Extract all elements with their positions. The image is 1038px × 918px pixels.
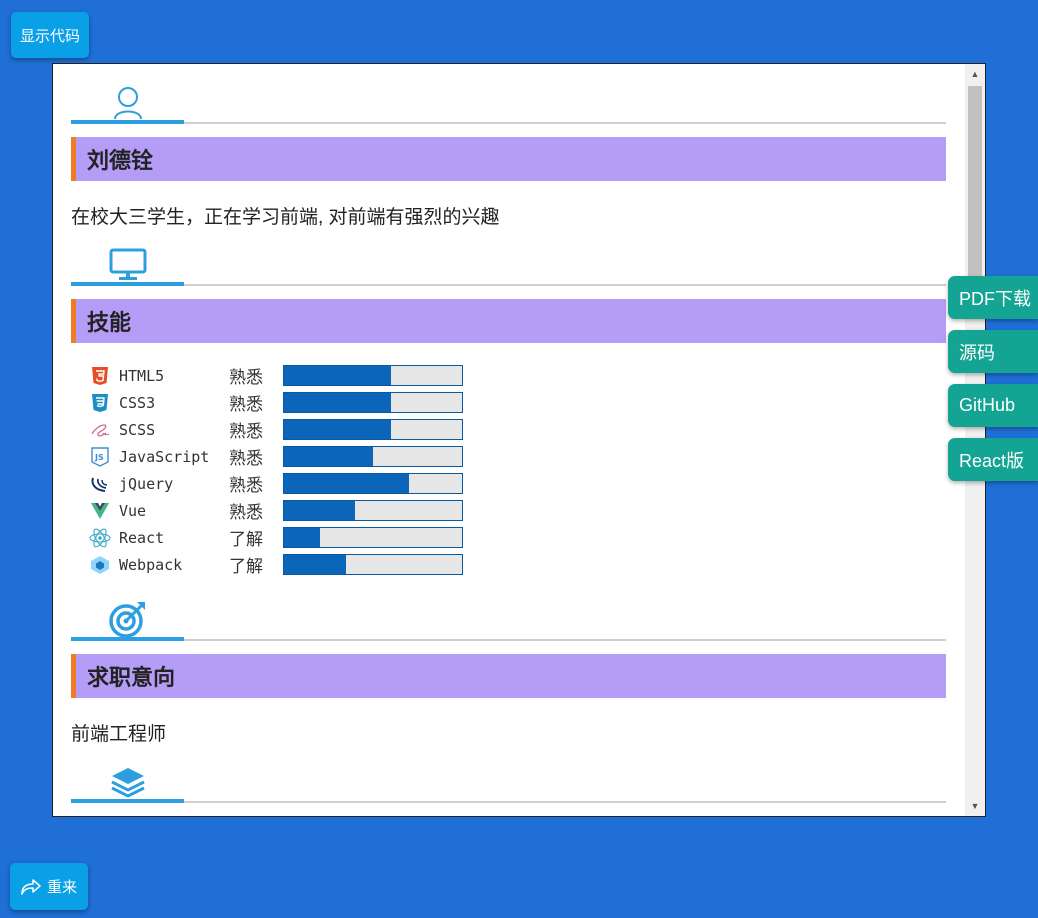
scroll-up-arrow-icon[interactable]: ▲ [965, 64, 985, 84]
skill-progress-bar [283, 446, 463, 467]
vue-icon [89, 500, 111, 522]
restart-button[interactable]: 重来 [10, 863, 88, 910]
job-heading: 求职意向 [71, 654, 946, 698]
restart-label: 重来 [46, 879, 77, 896]
react-version-button[interactable]: React版 [948, 438, 1038, 481]
webpack-icon [89, 554, 111, 576]
skill-name: JavaScript [119, 447, 210, 466]
skill-progress-fill [284, 366, 391, 385]
section-divider-accent [71, 637, 184, 641]
skill-name: SCSS [119, 420, 156, 439]
sass-icon [89, 419, 111, 441]
skill-row: jQuery 熟悉 [89, 470, 463, 497]
skill-name: React [119, 528, 165, 547]
skill-progress-bar [283, 392, 463, 413]
skill-row: JS JavaScript 熟悉 [89, 443, 463, 470]
css3-icon [89, 392, 111, 414]
name-heading: 刘德铨 [71, 137, 946, 181]
section-divider [71, 284, 946, 286]
skill-level: 熟悉 [229, 395, 263, 414]
skill-progress-bar [283, 554, 463, 575]
skill-level: 熟悉 [229, 449, 263, 468]
skill-row: Vue 熟悉 [89, 497, 463, 524]
skill-name: HTML5 [119, 366, 165, 385]
layers-icon [110, 766, 146, 798]
skill-row: CSS3 熟悉 [89, 389, 463, 416]
skill-row: HTML5 熟悉 [89, 362, 463, 389]
section-divider [71, 639, 946, 641]
skill-progress-fill [284, 420, 391, 439]
section-header-person [71, 64, 946, 126]
section-divider-accent [71, 282, 184, 286]
skill-progress-fill [284, 474, 409, 493]
section-divider [71, 122, 946, 124]
skill-level: 熟悉 [229, 422, 263, 441]
intro-text: 在校大三学生，正在学习前端, 对前端有强烈的兴趣 [71, 207, 500, 228]
skill-progress-bar [283, 527, 463, 548]
section-divider-accent [71, 799, 184, 803]
jquery-icon [89, 473, 111, 495]
target-icon [109, 600, 147, 638]
skill-name: CSS3 [119, 393, 156, 412]
skill-row: Webpack 了解 [89, 551, 463, 578]
html5-icon [89, 365, 111, 387]
show-code-button[interactable]: 显示代码 [11, 12, 89, 58]
skill-progress-fill [284, 501, 356, 520]
section-divider [71, 801, 946, 803]
skill-row: React 了解 [89, 524, 463, 551]
skill-row: SCSS 熟悉 [89, 416, 463, 443]
svg-text:JS: JS [94, 453, 104, 462]
skill-level: 了解 [229, 530, 263, 549]
job-text: 前端工程师 [71, 724, 167, 745]
skill-name: Webpack [119, 555, 183, 574]
skill-progress-bar [283, 365, 463, 386]
section-header-job [71, 594, 946, 644]
skill-progress-fill [284, 447, 373, 466]
skill-level: 了解 [229, 557, 263, 576]
skill-progress-bar [283, 419, 463, 440]
section-divider-accent [71, 120, 184, 124]
skill-level: 熟悉 [229, 368, 263, 387]
github-button[interactable]: GitHub [948, 384, 1038, 427]
monitor-icon [109, 248, 147, 282]
skill-level: 熟悉 [229, 503, 263, 522]
section-header-projects [71, 762, 946, 806]
source-code-button[interactable]: 源码 [948, 330, 1038, 373]
skill-progress-fill [284, 528, 320, 547]
share-arrow-icon [21, 878, 41, 895]
skill-name: jQuery [119, 474, 174, 493]
skill-level: 熟悉 [229, 476, 263, 495]
scroll-down-arrow-icon[interactable]: ▼ [965, 796, 985, 816]
resume-preview-frame[interactable]: 刘德铨 在校大三学生，正在学习前端, 对前端有强烈的兴趣 技能 HTML5 熟悉 C… [52, 63, 986, 817]
skill-progress-fill [284, 555, 347, 574]
skill-name: Vue [119, 501, 147, 520]
skill-progress-bar [283, 473, 463, 494]
pdf-download-button[interactable]: PDF下载 [948, 276, 1038, 319]
react-icon [89, 527, 111, 549]
skill-progress-bar [283, 500, 463, 521]
scrollbar-thumb[interactable] [968, 86, 982, 292]
skill-list: HTML5 熟悉 CSS3 熟悉 SCSS 熟悉 JS JavaScript 熟悉 jQuery 熟… [89, 362, 463, 578]
section-header-skills [71, 240, 946, 288]
skill-progress-fill [284, 393, 391, 412]
javascript-icon: JS [89, 446, 111, 468]
skills-heading: 技能 [71, 299, 946, 343]
person-icon [113, 86, 143, 120]
